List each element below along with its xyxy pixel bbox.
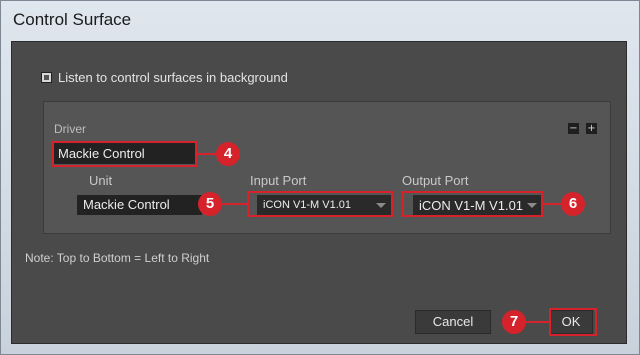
remove-driver-icon[interactable]: − bbox=[568, 123, 579, 134]
input-port-highlight-box bbox=[247, 191, 393, 217]
ok-highlight-box bbox=[549, 308, 597, 336]
driver-label: Driver bbox=[54, 122, 86, 136]
callout-badge-5: 5 bbox=[198, 192, 222, 216]
note-text: Note: Top to Bottom = Left to Right bbox=[25, 251, 210, 265]
unit-field[interactable]: Mackie Control bbox=[77, 195, 202, 215]
callout-connector bbox=[543, 203, 563, 205]
background-listen-checkbox[interactable] bbox=[41, 71, 52, 83]
window-title: Control Surface bbox=[13, 10, 132, 29]
title-bar[interactable]: Control Surface bbox=[1, 1, 639, 41]
add-driver-icon[interactable]: + bbox=[586, 123, 597, 134]
callout-badge-7: 7 bbox=[502, 310, 526, 334]
callout-connector bbox=[525, 321, 549, 323]
callout-connector bbox=[221, 203, 247, 205]
output-port-column-header: Output Port bbox=[402, 173, 469, 188]
callout-connector bbox=[197, 153, 217, 155]
cancel-button[interactable]: Cancel bbox=[415, 310, 491, 334]
callout-badge-4: 4 bbox=[216, 142, 240, 166]
callout-badge-6: 6 bbox=[561, 192, 585, 216]
unit-column-header: Unit bbox=[89, 173, 113, 188]
output-port-highlight-box bbox=[402, 191, 543, 217]
background-listen-label: Listen to control surfaces in background bbox=[58, 69, 288, 85]
control-surface-dialog: Control Surface Listen to control surfac… bbox=[0, 0, 640, 355]
background-option-row: Listen to control surfaces in background bbox=[41, 69, 288, 85]
driver-highlight-box bbox=[52, 141, 197, 167]
input-port-column-header: Input Port bbox=[250, 173, 307, 188]
